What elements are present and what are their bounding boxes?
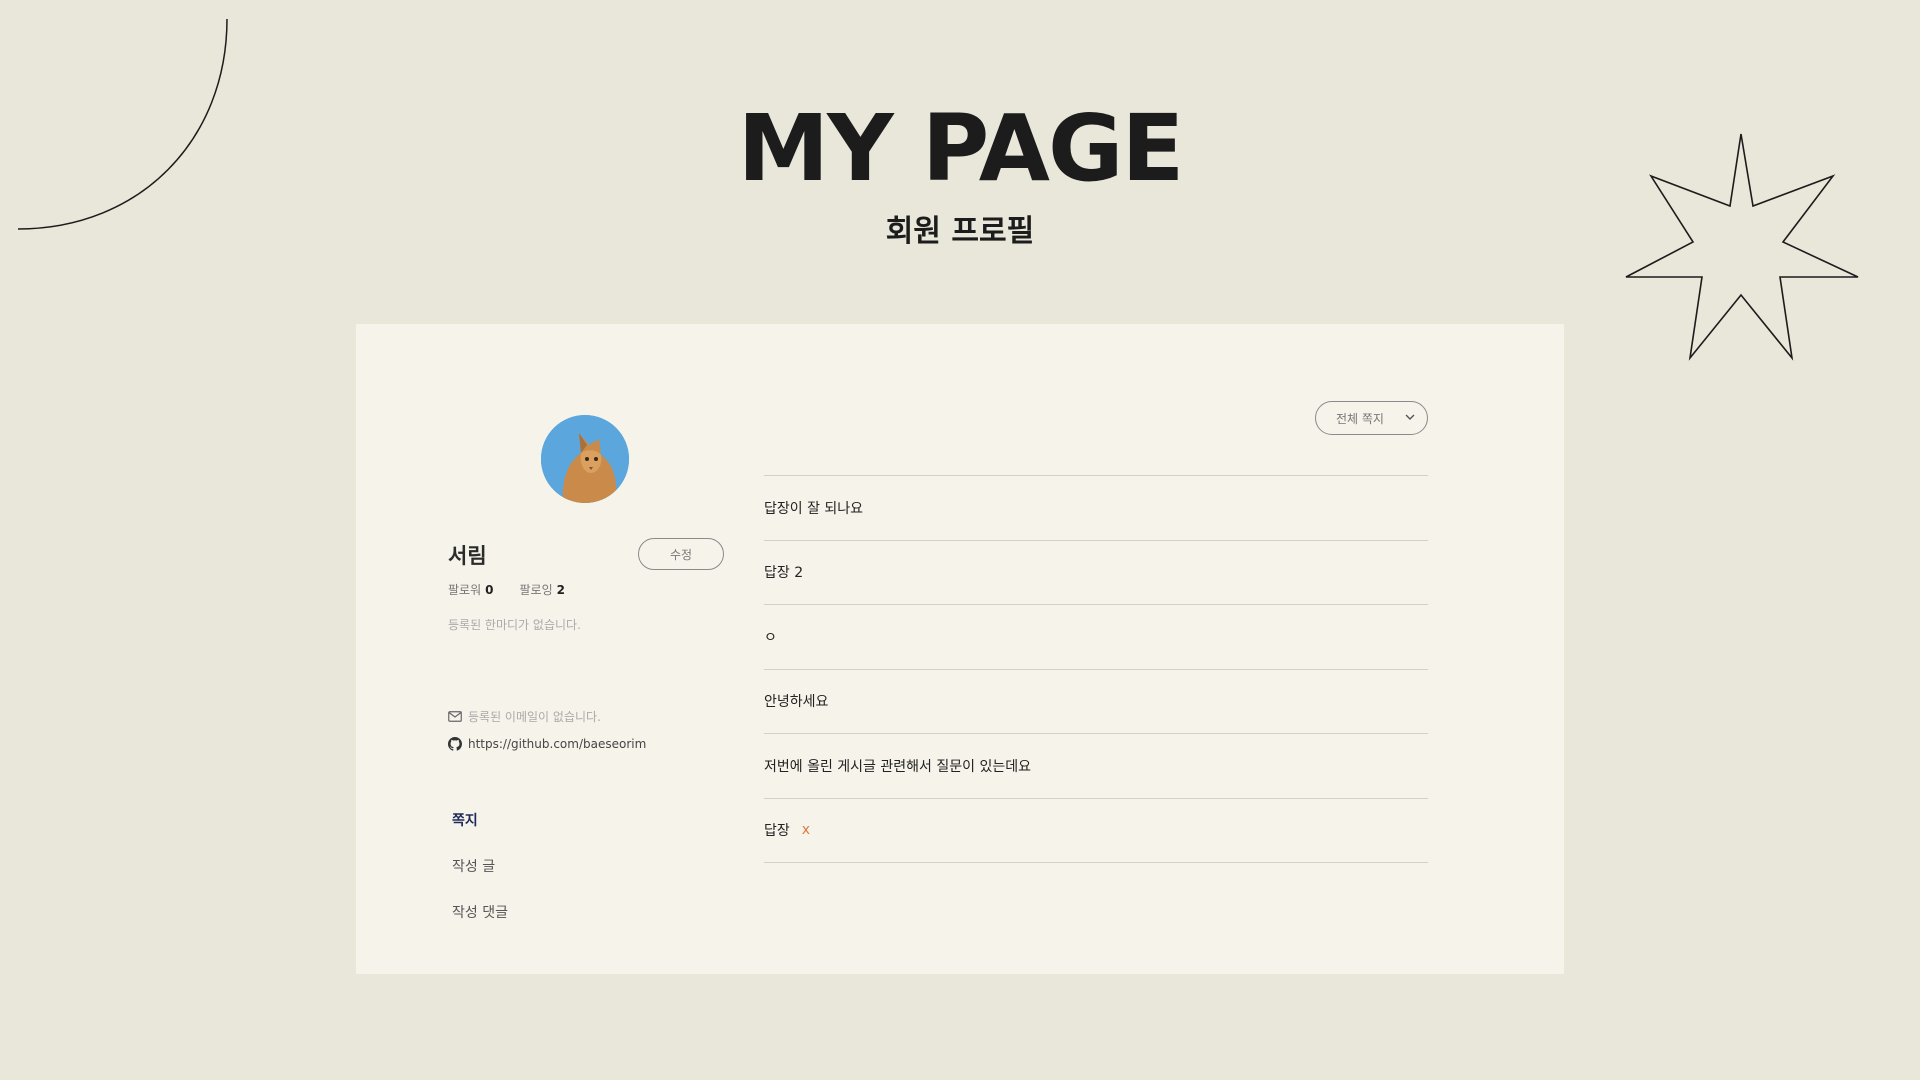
message-text: 안녕하세요 <box>764 694 829 711</box>
profile-name: 서림 <box>448 544 487 568</box>
following-label: 팔로잉 <box>519 583 553 597</box>
email-text: 등록된 이메일이 없습니다. <box>468 710 601 724</box>
email-contact: 등록된 이메일이 없습니다. <box>448 708 601 725</box>
page-title: MY PAGE <box>737 95 1185 202</box>
followers-stat[interactable]: 팔로워 0 <box>448 581 493 598</box>
message-row[interactable]: 답장 2 <box>764 541 1428 605</box>
message-list: 답장이 잘 되나요 답장 2 ㅇ 안녕하세요 저번에 올린 게시글 관련해서 질… <box>764 475 1428 863</box>
following-count: 2 <box>556 583 565 597</box>
delete-mark[interactable]: x <box>802 822 810 838</box>
nav-item-messages[interactable]: 쪽지 <box>452 810 508 830</box>
filter-selected-value: 전체 쪽지 <box>1336 411 1384 426</box>
edit-profile-button[interactable]: 수정 <box>638 538 724 570</box>
message-filter-select[interactable]: 전체 쪽지 <box>1315 401 1428 435</box>
message-row[interactable]: 답장이 잘 되나요 <box>764 476 1428 541</box>
message-text: 답장이 잘 되나요 <box>764 500 864 517</box>
github-contact[interactable]: https://github.com/baeseorim <box>448 737 646 751</box>
side-nav: 쪽지 작성 글 작성 댓글 <box>452 810 508 922</box>
chevron-down-icon <box>1405 414 1415 420</box>
message-row[interactable]: 답장 x <box>764 799 1428 863</box>
profile-bio: 등록된 한마디가 없습니다. <box>448 618 581 632</box>
profile-card: 서림 수정 팔로워 0 팔로잉 2 등록된 한마디가 없습니다. 등록된 이메일이 … <box>356 324 1564 974</box>
follow-stats: 팔로워 0 팔로잉 2 <box>448 581 565 598</box>
nav-item-posts[interactable]: 작성 글 <box>452 856 508 876</box>
message-text: 답장 2 <box>764 565 804 582</box>
message-text: 저번에 올린 게시글 관련해서 질문이 있는데요 <box>764 758 1031 775</box>
message-row[interactable]: 안녕하세요 <box>764 670 1428 734</box>
avatar <box>541 415 629 503</box>
message-row[interactable]: ㅇ <box>764 605 1428 670</box>
page-subtitle: 회원 프로필 <box>885 214 1035 249</box>
github-link[interactable]: https://github.com/baeseorim <box>468 737 646 751</box>
message-row[interactable]: 저번에 올린 게시글 관련해서 질문이 있는데요 <box>764 734 1428 799</box>
cat-avatar-icon <box>541 415 629 503</box>
message-text: 답장 <box>764 823 790 840</box>
followers-count: 0 <box>485 583 494 597</box>
message-text: ㅇ <box>764 629 777 646</box>
nav-item-comments[interactable]: 작성 댓글 <box>452 902 508 922</box>
followers-label: 팔로워 <box>448 583 482 597</box>
mail-icon <box>448 711 462 722</box>
github-icon <box>448 737 462 751</box>
following-stat[interactable]: 팔로잉 2 <box>519 581 564 598</box>
